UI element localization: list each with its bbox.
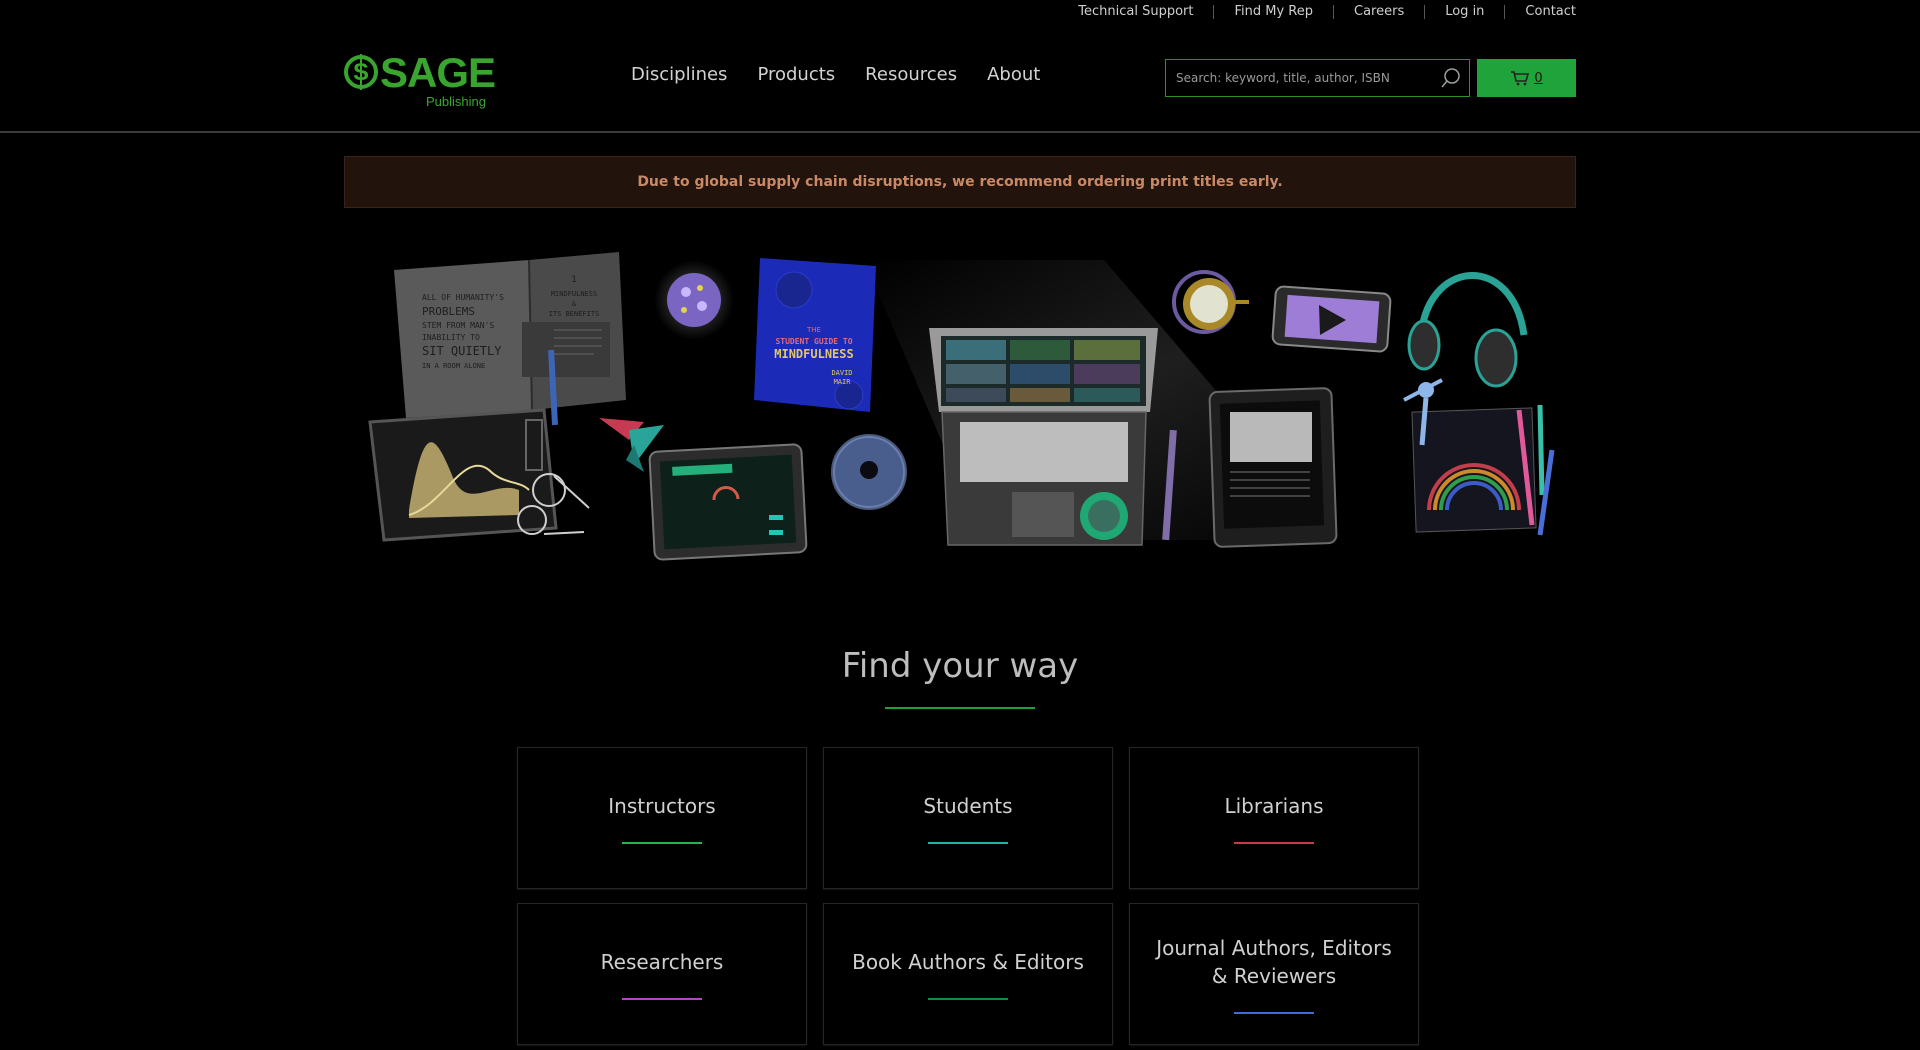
coffee-cup [1172,270,1249,334]
coaster [1080,492,1128,540]
card-researchers[interactable]: Researchers [517,903,807,1045]
contact-link[interactable]: Contact [1504,5,1576,19]
card-accent-line [1234,1012,1314,1014]
book-blue-title-1: STUDENT GUIDE TO [775,337,852,346]
donut [831,434,907,510]
card-label: Researchers [600,950,724,974]
search-input[interactable] [1166,71,1433,85]
card-instructors[interactable]: Instructors [517,747,807,889]
utility-nav: Technical Support Find My Rep Careers Lo… [1058,0,1576,24]
chart-tablet [368,408,558,542]
find-my-rep-link[interactable]: Find My Rep [1213,5,1333,19]
technical-support-link[interactable]: Technical Support [1058,5,1213,19]
card-accent-line [928,998,1008,1000]
card-label: Librarians [1224,794,1324,818]
card-accent-line [1234,842,1314,844]
phone [1271,285,1392,353]
find-your-way-underline [885,707,1035,709]
card-label: Book Authors & Editors [852,950,1084,974]
book-chapter-number: 1 [571,275,576,285]
alert-text: Due to global supply chain disruptions, … [637,174,1283,190]
card-accent-line [622,998,702,1000]
search-button[interactable] [1433,60,1469,96]
card-book-authors-editors[interactable]: Book Authors & Editors [823,903,1113,1045]
supply-chain-alert: Due to global supply chain disruptions, … [344,156,1576,208]
book-quote-line-5: SIT QUIETLY [422,344,502,358]
book-chapter-title-3: ITS BENEFITS [549,310,600,318]
card-librarians[interactable]: Librarians [1129,747,1419,889]
dashboard-tablet [648,443,808,561]
mindfulness-book: ALL OF HUMANITY'S PROBLEMS STEM FROM MAN… [394,252,626,426]
sage-logo[interactable]: S SAGE Publishing [344,48,496,109]
nav-disciplines[interactable]: Disciplines [631,64,727,85]
search-icon [1441,68,1460,88]
dollar-s-icon: S [344,54,378,90]
book-blue-author-1: DAVID [831,369,852,377]
cart-icon [1511,71,1530,86]
card-students[interactable]: Students [823,747,1113,889]
book-quote-line-1: ALL OF HUMANITY'S [422,293,504,302]
site-header: S SAGE Publishing Disciplines Products R… [344,40,1576,110]
student-guide-book: THE STUDENT GUIDE TO MINDFULNESS DAVID M… [754,258,876,412]
cart-count: 0 [1534,70,1543,86]
virus-model [654,260,734,340]
ebook-reader [1208,387,1338,548]
logo-wordmark: SAGE [380,49,496,96]
book-quote-line-2: PROBLEMS [422,305,475,318]
card-label: Students [923,794,1013,818]
card-accent-line [928,842,1008,844]
rainbow-drawing [1403,378,1555,536]
book-blue-title-2: MINDFULNESS [774,347,853,361]
headphones [1407,272,1528,388]
logo-subtitle: Publishing [426,94,486,109]
card-journal-authors-editors-reviewers[interactable]: Journal Authors, Editors & Reviewers [1129,903,1419,1045]
find-your-way-title: Find your way [841,646,1079,686]
hero-illustration: ALL OF HUMANITY'S PROBLEMS STEM FROM MAN… [368,252,1555,561]
header-divider [0,131,1920,133]
card-label: Instructors [608,794,716,818]
book-quote-line-4: INABILITY TO [422,333,480,342]
card-label: Journal Authors, Editors & Reviewers [1156,936,1392,988]
nav-products[interactable]: Products [757,64,835,85]
nav-about[interactable]: About [987,64,1040,85]
nav-resources[interactable]: Resources [865,64,957,85]
search-box [1165,59,1470,97]
book-blue-author-2: MAIR [834,378,852,386]
log-in-link[interactable]: Log in [1424,5,1504,19]
card-accent-line [622,842,702,844]
careers-link[interactable]: Careers [1333,5,1424,19]
main-nav: Disciplines Products Resources About [631,64,1040,85]
book-quote-line-6: IN A ROOM ALONE [422,362,485,370]
book-quote-line-3: STEM FROM MAN'S [422,321,494,330]
book-chapter-title-1: MINDFULNESS [551,290,597,298]
book-the-label: THE [806,326,821,334]
cart-button[interactable]: 0 [1477,59,1576,97]
